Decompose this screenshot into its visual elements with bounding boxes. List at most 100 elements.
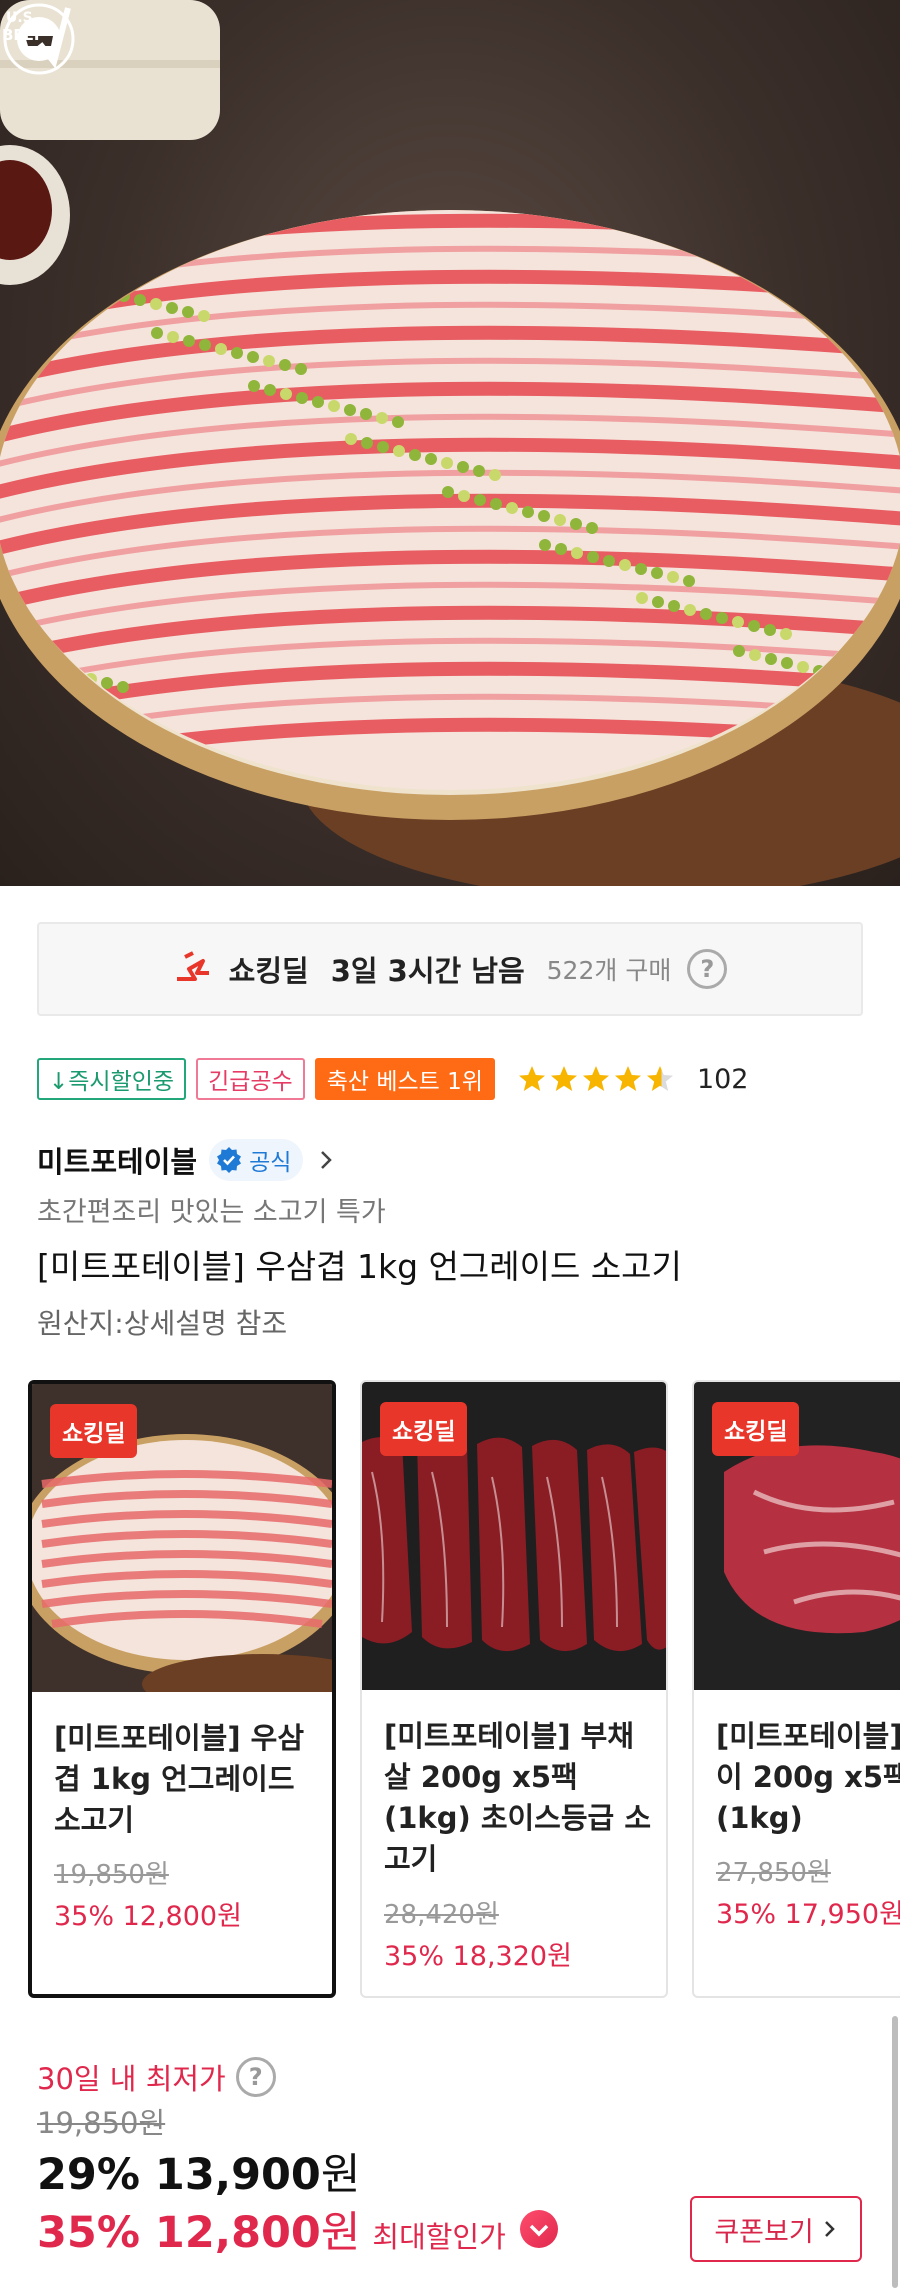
green-onion-garnish bbox=[489, 469, 501, 481]
chevron-down-circle-icon[interactable] bbox=[518, 2208, 560, 2250]
star-half-icon bbox=[646, 1066, 673, 1091]
green-onion-garnish bbox=[716, 612, 728, 624]
green-onion-garnish bbox=[344, 404, 356, 416]
card-original-price: 28,420원 bbox=[384, 1900, 499, 1930]
product-card[interactable]: 쇼킹딜 [미트포테이블] 우삼겹 1kg 언그레이드 소고기 19,850원 3… bbox=[28, 1380, 336, 1998]
best-seller-badge: 축산 베스트 1위 bbox=[314, 1058, 495, 1100]
green-onion-garnish bbox=[473, 465, 485, 477]
seller-name[interactable]: 미트포테이블 bbox=[37, 1139, 197, 1181]
green-onion-garnish bbox=[279, 359, 291, 371]
sale-price-value: 29% 13,900 bbox=[37, 2150, 321, 2200]
svg-text:U.S.: U.S. bbox=[6, 10, 38, 26]
green-onion-garnish bbox=[700, 608, 712, 620]
green-onion-garnish bbox=[683, 575, 695, 587]
card-product-name[interactable]: [미트포테이블] 꽃박이 200g x5팩 (1kg) bbox=[716, 1716, 900, 1839]
green-onion-garnish bbox=[117, 681, 129, 693]
max-discount-price: 35% 12,800원 최대할인가 bbox=[37, 2198, 560, 2260]
scrollbar[interactable] bbox=[892, 2016, 898, 2288]
card-sale-price: 35% 17,950원 bbox=[716, 1899, 900, 1930]
green-onion-garnish bbox=[182, 306, 194, 318]
seller-link[interactable]: 미트포테이블 공식 bbox=[37, 1138, 337, 1182]
product-card[interactable]: 쇼킹딜 [미트포테이블] 꽃박이 200g x5팩 (1kg) 27,850원 … bbox=[692, 1380, 900, 1998]
green-onion-garnish bbox=[555, 543, 567, 555]
green-onion-garnish bbox=[765, 653, 777, 665]
green-onion-garnish bbox=[361, 437, 373, 449]
green-onion-garnish bbox=[506, 502, 518, 514]
meat-plate-illustration bbox=[0, 0, 900, 886]
green-onion-garnish bbox=[764, 624, 776, 636]
green-onion-garnish bbox=[198, 310, 210, 322]
green-onion-garnish bbox=[328, 400, 340, 412]
sale-price-unit: 원 bbox=[320, 2150, 361, 2200]
max-discount-label: 최대할인가 bbox=[372, 2220, 506, 2254]
rating-stars[interactable] bbox=[517, 1064, 675, 1094]
green-onion-garnish bbox=[166, 302, 178, 314]
green-onion-garnish bbox=[134, 294, 146, 306]
purchase-count: 522개 구매 bbox=[546, 956, 672, 985]
green-onion-garnish bbox=[522, 506, 534, 518]
green-onion-garnish bbox=[215, 343, 227, 355]
max-discount-value-wrap: 35% 12,800원 bbox=[37, 2198, 360, 2260]
green-onion-garnish bbox=[101, 677, 113, 689]
green-onion-garnish bbox=[425, 453, 437, 465]
green-onion-garnish bbox=[474, 494, 486, 506]
green-onion-garnish bbox=[183, 335, 195, 347]
green-onion-garnish bbox=[780, 628, 792, 640]
green-onion-garnish bbox=[151, 327, 163, 339]
help-icon[interactable]: ? bbox=[687, 949, 728, 989]
green-onion-garnish bbox=[441, 457, 453, 469]
product-card[interactable]: 쇼킹딜 [미트포테이블] 부채살 200g x5팩 (1kg) 초이스등급 소고… bbox=[360, 1380, 668, 1998]
card-sale-price: 35% 12,800원 bbox=[54, 1901, 242, 1932]
deal-remaining-time: 3일 3시간 남음 bbox=[330, 954, 525, 988]
max-discount-value: 35% 12,800 bbox=[37, 2208, 321, 2258]
green-onion-garnish bbox=[603, 555, 615, 567]
green-onion-garnish bbox=[70, 278, 82, 290]
official-label: 공식 bbox=[249, 1150, 292, 1176]
shocking-deal-icon bbox=[176, 951, 209, 981]
chevron-right-icon bbox=[824, 2221, 835, 2237]
card-product-name[interactable]: [미트포테이블] 부채살 200g x5팩 (1kg) 초이스등급 소고기 bbox=[384, 1716, 654, 1880]
green-onion-garnish bbox=[295, 363, 307, 375]
product-origin: 원산지:상세설명 참조 bbox=[37, 1307, 288, 1340]
coupon-button-label: 쿠폰보기 bbox=[714, 2216, 814, 2248]
green-onion-garnish bbox=[570, 518, 582, 530]
green-onion-garnish bbox=[280, 388, 292, 400]
green-onion-garnish bbox=[571, 547, 583, 559]
card-original-price: 19,850원 bbox=[54, 1860, 169, 1890]
related-products-carousel[interactable]: 쇼킹딜 [미트포테이블] 우삼겹 1kg 언그레이드 소고기 19,850원 3… bbox=[28, 1380, 900, 2002]
green-onion-garnish bbox=[619, 559, 631, 571]
shocking-deal-bar[interactable]: 쇼킹딜 3일 3시간 남음 522개 구매 ? bbox=[37, 922, 863, 1016]
urgent-shipment-badge: 긴급공수 bbox=[196, 1058, 305, 1100]
green-onion-garnish bbox=[102, 286, 114, 298]
green-onion-garnish bbox=[409, 449, 421, 461]
view-coupon-button[interactable]: 쿠폰보기 bbox=[690, 2196, 862, 2262]
green-onion-garnish bbox=[554, 514, 566, 526]
green-onion-garnish bbox=[392, 416, 404, 428]
review-count[interactable]: 102 bbox=[697, 1064, 749, 1095]
chevron-right-icon bbox=[321, 1151, 333, 1169]
green-onion-garnish bbox=[247, 351, 259, 363]
product-badges: ↓즉시할인중 긴급공수 축산 베스트 1위 102 bbox=[37, 1058, 748, 1100]
green-onion-garnish bbox=[345, 433, 357, 445]
green-onion-garnish bbox=[538, 510, 550, 522]
green-onion-garnish bbox=[684, 604, 696, 616]
star-full-icon bbox=[550, 1066, 577, 1091]
product-hero-image[interactable]: U.S. BEEF bbox=[0, 0, 900, 886]
green-onion-garnish bbox=[377, 441, 389, 453]
green-onion-garnish bbox=[586, 522, 598, 534]
green-onion-garnish bbox=[86, 282, 98, 294]
card-original-price: 27,850원 bbox=[716, 1858, 831, 1888]
green-onion-garnish bbox=[732, 616, 744, 628]
card-product-name[interactable]: [미트포테이블] 우삼겹 1kg 언그레이드 소고기 bbox=[54, 1718, 324, 1841]
green-onion-garnish bbox=[376, 412, 388, 424]
green-onion-garnish bbox=[668, 600, 680, 612]
green-onion-garnish bbox=[749, 649, 761, 661]
green-onion-garnish bbox=[296, 392, 308, 404]
green-onion-garnish bbox=[667, 571, 679, 583]
green-onion-garnish bbox=[199, 339, 211, 351]
green-onion-garnish bbox=[457, 461, 469, 473]
help-icon[interactable]: ? bbox=[235, 2057, 276, 2097]
star-full-icon bbox=[518, 1066, 545, 1091]
green-onion-garnish bbox=[231, 347, 243, 359]
green-onion-garnish bbox=[360, 408, 372, 420]
